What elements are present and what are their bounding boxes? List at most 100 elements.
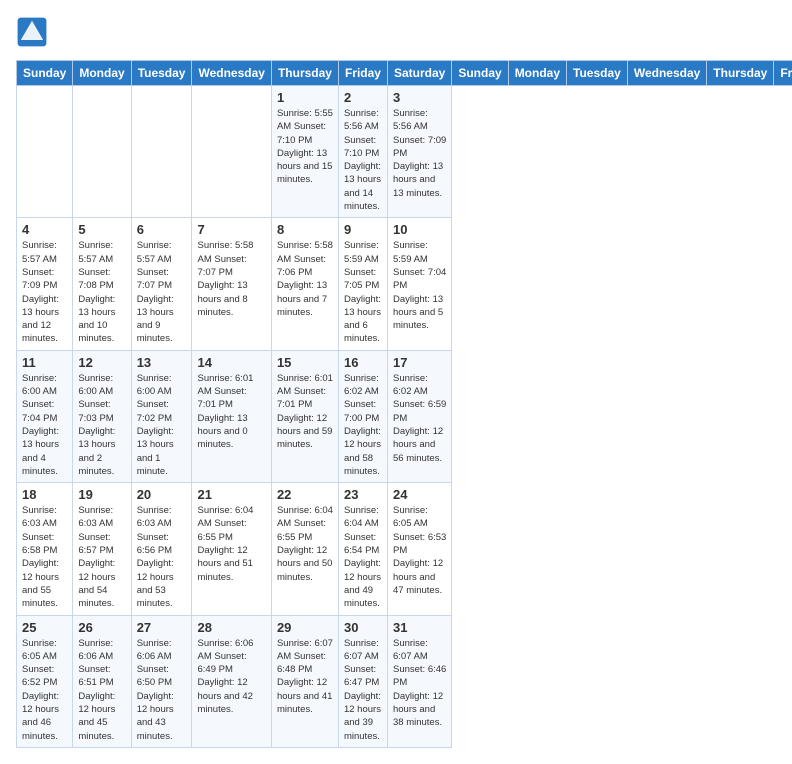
calendar-cell: 9Sunrise: 5:59 AM Sunset: 7:05 PM Daylig… bbox=[338, 218, 387, 350]
calendar-cell: 22Sunrise: 6:04 AM Sunset: 6:55 PM Dayli… bbox=[271, 483, 338, 615]
day-info: Sunrise: 6:06 AM Sunset: 6:51 PM Dayligh… bbox=[78, 637, 125, 743]
day-number: 12 bbox=[78, 355, 125, 370]
day-info: Sunrise: 6:01 AM Sunset: 7:01 PM Dayligh… bbox=[197, 372, 265, 452]
header-wednesday: Wednesday bbox=[192, 61, 271, 86]
calendar-cell: 5Sunrise: 5:57 AM Sunset: 7:08 PM Daylig… bbox=[73, 218, 131, 350]
calendar-cell: 21Sunrise: 6:04 AM Sunset: 6:55 PM Dayli… bbox=[192, 483, 271, 615]
day-number: 1 bbox=[277, 90, 333, 105]
header-day-sunday: Sunday bbox=[452, 61, 508, 86]
day-info: Sunrise: 5:57 AM Sunset: 7:08 PM Dayligh… bbox=[78, 239, 125, 345]
day-info: Sunrise: 6:07 AM Sunset: 6:47 PM Dayligh… bbox=[344, 637, 382, 743]
day-number: 28 bbox=[197, 620, 265, 635]
calendar-cell: 17 Sunrise: 6:02 AM Sunset: 6:59 PM Dayli… bbox=[387, 350, 451, 482]
day-number: 26 bbox=[78, 620, 125, 635]
day-info: Sunrise: 6:03 AM Sunset: 6:58 PM Dayligh… bbox=[22, 504, 67, 610]
day-info: Sunrise: 6:07 AM Sunset: 6:46 PM Dayligh… bbox=[393, 637, 446, 730]
calendar-cell: 23 Sunrise: 6:04 AM Sunset: 6:54 PM Dayli… bbox=[338, 483, 387, 615]
calendar-week-4: 18 Sunrise: 6:03 AM Sunset: 6:58 PM Dayli… bbox=[17, 483, 792, 615]
calendar-cell: 24 Sunrise: 6:05 AM Sunset: 6:53 PM Dayli… bbox=[387, 483, 451, 615]
day-number: 31 bbox=[393, 620, 446, 635]
calendar-cell: 26 Sunrise: 6:06 AM Sunset: 6:51 PM Dayli… bbox=[73, 615, 131, 747]
calendar-cell: 6Sunrise: 5:57 AM Sunset: 7:07 PM Daylig… bbox=[131, 218, 192, 350]
day-info: Sunrise: 6:05 AM Sunset: 6:53 PM Dayligh… bbox=[393, 504, 446, 597]
day-info: Sunrise: 6:00 AM Sunset: 7:04 PM Dayligh… bbox=[22, 372, 67, 478]
calendar-week-1: 1Sunrise: 5:55 AM Sunset: 7:10 PM Daylig… bbox=[17, 86, 792, 218]
header-day-friday: Friday bbox=[774, 61, 792, 86]
day-number: 25 bbox=[22, 620, 67, 635]
calendar-cell: 29 Sunrise: 6:07 AM Sunset: 6:48 PM Dayli… bbox=[271, 615, 338, 747]
calendar-cell: 16 Sunrise: 6:02 AM Sunset: 7:00 PM Dayli… bbox=[338, 350, 387, 482]
day-number: 19 bbox=[78, 487, 125, 502]
calendar-cell: 27 Sunrise: 6:06 AM Sunset: 6:50 PM Dayli… bbox=[131, 615, 192, 747]
generalblue-icon bbox=[16, 16, 48, 48]
calendar-cell: 8 Sunrise: 5:58 AM Sunset: 7:06 PM Daylig… bbox=[271, 218, 338, 350]
day-info: Sunrise: 5:57 AM Sunset: 7:07 PM Dayligh… bbox=[137, 239, 187, 345]
day-info: Sunrise: 6:06 AM Sunset: 6:49 PM Dayligh… bbox=[197, 637, 265, 717]
calendar-cell: 11 Sunrise: 6:00 AM Sunset: 7:04 PM Dayli… bbox=[17, 350, 73, 482]
calendar-cell: 3Sunrise: 5:56 AM Sunset: 7:09 PM Daylig… bbox=[387, 86, 451, 218]
day-number: 17 bbox=[393, 355, 446, 370]
day-number: 27 bbox=[137, 620, 187, 635]
day-number: 18 bbox=[22, 487, 67, 502]
day-info: Sunrise: 5:58 AM Sunset: 7:06 PM Dayligh… bbox=[277, 239, 333, 319]
calendar-cell: 18 Sunrise: 6:03 AM Sunset: 6:58 PM Dayli… bbox=[17, 483, 73, 615]
calendar-week-2: 4 Sunrise: 5:57 AM Sunset: 7:09 PM Daylig… bbox=[17, 218, 792, 350]
calendar-cell bbox=[73, 86, 131, 218]
header-day-wednesday: Wednesday bbox=[627, 61, 706, 86]
day-info: Sunrise: 6:03 AM Sunset: 6:57 PM Dayligh… bbox=[78, 504, 125, 610]
day-info: Sunrise: 6:06 AM Sunset: 6:50 PM Dayligh… bbox=[137, 637, 187, 743]
calendar-cell: 7 Sunrise: 5:58 AM Sunset: 7:07 PM Daylig… bbox=[192, 218, 271, 350]
day-info: Sunrise: 5:58 AM Sunset: 7:07 PM Dayligh… bbox=[197, 239, 265, 319]
day-info: Sunrise: 6:05 AM Sunset: 6:52 PM Dayligh… bbox=[22, 637, 67, 743]
header-monday: Monday bbox=[73, 61, 131, 86]
day-number: 8 bbox=[277, 222, 333, 237]
header-day-monday: Monday bbox=[508, 61, 566, 86]
logo bbox=[16, 16, 52, 48]
day-info: Sunrise: 5:59 AM Sunset: 7:04 PM Dayligh… bbox=[393, 239, 446, 332]
calendar-cell: 4 Sunrise: 5:57 AM Sunset: 7:09 PM Daylig… bbox=[17, 218, 73, 350]
header-sunday: Sunday bbox=[17, 61, 73, 86]
calendar-header-row: SundayMondayTuesdayWednesdayThursdayFrid… bbox=[17, 61, 792, 86]
day-number: 16 bbox=[344, 355, 382, 370]
calendar-week-5: 25 Sunrise: 6:05 AM Sunset: 6:52 PM Dayli… bbox=[17, 615, 792, 747]
day-number: 9 bbox=[344, 222, 382, 237]
day-info: Sunrise: 6:02 AM Sunset: 6:59 PM Dayligh… bbox=[393, 372, 446, 465]
calendar-table: SundayMondayTuesdayWednesdayThursdayFrid… bbox=[16, 60, 792, 748]
day-number: 14 bbox=[197, 355, 265, 370]
day-info: Sunrise: 6:00 AM Sunset: 7:03 PM Dayligh… bbox=[78, 372, 125, 478]
calendar-cell: 25 Sunrise: 6:05 AM Sunset: 6:52 PM Dayli… bbox=[17, 615, 73, 747]
day-info: Sunrise: 6:03 AM Sunset: 6:56 PM Dayligh… bbox=[137, 504, 187, 610]
day-number: 29 bbox=[277, 620, 333, 635]
calendar-cell: 13Sunrise: 6:00 AM Sunset: 7:02 PM Dayli… bbox=[131, 350, 192, 482]
calendar-week-3: 11 Sunrise: 6:00 AM Sunset: 7:04 PM Dayli… bbox=[17, 350, 792, 482]
day-number: 4 bbox=[22, 222, 67, 237]
header-thursday: Thursday bbox=[271, 61, 338, 86]
day-info: Sunrise: 6:01 AM Sunset: 7:01 PM Dayligh… bbox=[277, 372, 333, 452]
day-number: 2 bbox=[344, 90, 382, 105]
day-info: Sunrise: 6:02 AM Sunset: 7:00 PM Dayligh… bbox=[344, 372, 382, 478]
day-number: 24 bbox=[393, 487, 446, 502]
day-number: 22 bbox=[277, 487, 333, 502]
calendar-cell: 12 Sunrise: 6:00 AM Sunset: 7:03 PM Dayli… bbox=[73, 350, 131, 482]
day-number: 7 bbox=[197, 222, 265, 237]
header-day-thursday: Thursday bbox=[707, 61, 774, 86]
day-number: 20 bbox=[137, 487, 187, 502]
day-number: 30 bbox=[344, 620, 382, 635]
calendar-cell: 28 Sunrise: 6:06 AM Sunset: 6:49 PM Dayli… bbox=[192, 615, 271, 747]
calendar-cell: 14 Sunrise: 6:01 AM Sunset: 7:01 PM Dayli… bbox=[192, 350, 271, 482]
header-tuesday: Tuesday bbox=[131, 61, 192, 86]
calendar-cell: 1Sunrise: 5:55 AM Sunset: 7:10 PM Daylig… bbox=[271, 86, 338, 218]
day-info: Sunrise: 6:04 AM Sunset: 6:55 PM Dayligh… bbox=[197, 504, 265, 584]
day-info: Sunrise: 5:56 AM Sunset: 7:09 PM Dayligh… bbox=[393, 107, 446, 200]
day-number: 11 bbox=[22, 355, 67, 370]
day-number: 23 bbox=[344, 487, 382, 502]
calendar-cell: 20 Sunrise: 6:03 AM Sunset: 6:56 PM Dayli… bbox=[131, 483, 192, 615]
day-number: 10 bbox=[393, 222, 446, 237]
calendar-cell: 10 Sunrise: 5:59 AM Sunset: 7:04 PM Dayli… bbox=[387, 218, 451, 350]
day-info: Sunrise: 6:07 AM Sunset: 6:48 PM Dayligh… bbox=[277, 637, 333, 717]
day-info: Sunrise: 5:57 AM Sunset: 7:09 PM Dayligh… bbox=[22, 239, 67, 345]
calendar-cell: 2 Sunrise: 5:56 AM Sunset: 7:10 PM Daylig… bbox=[338, 86, 387, 218]
header-friday: Friday bbox=[338, 61, 387, 86]
day-info: Sunrise: 6:04 AM Sunset: 6:54 PM Dayligh… bbox=[344, 504, 382, 610]
day-info: Sunrise: 5:56 AM Sunset: 7:10 PM Dayligh… bbox=[344, 107, 382, 213]
